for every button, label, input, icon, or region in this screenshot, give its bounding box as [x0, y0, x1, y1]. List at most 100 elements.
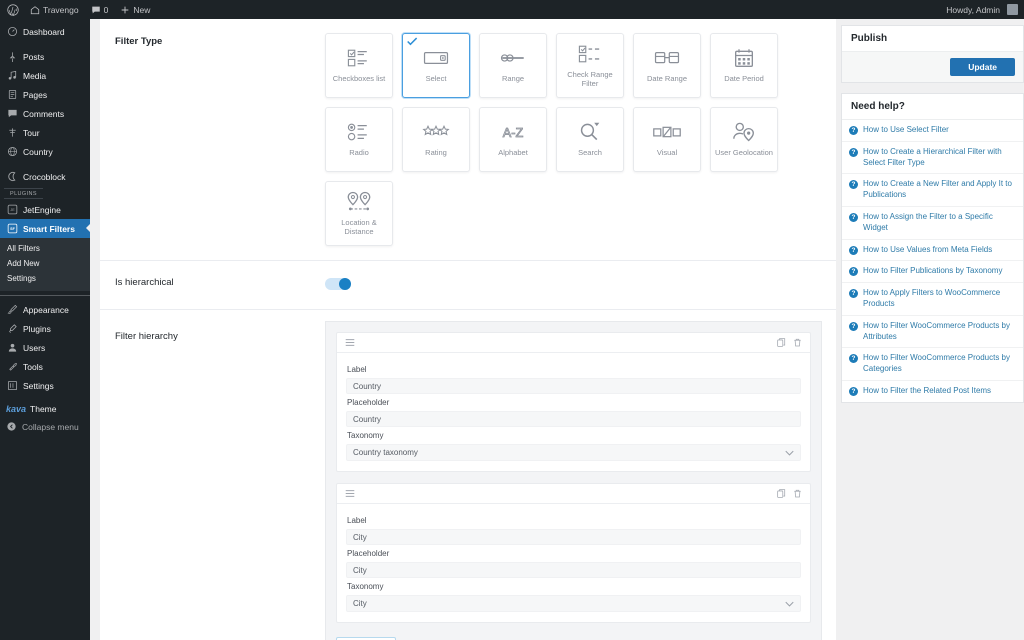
update-button[interactable]: Update: [950, 58, 1015, 76]
sidebar-item-smart-filters[interactable]: SF Smart Filters: [0, 219, 90, 238]
help-link-item[interactable]: ? How to Create a New Filter and Apply I…: [842, 174, 1023, 207]
placeholder-field-input[interactable]: City: [346, 562, 801, 578]
sidebar-item-media[interactable]: Media: [0, 66, 90, 85]
filter-type-card-alphabet[interactable]: A-Z Alphabet: [479, 107, 547, 172]
visual-swatches-icon: [653, 121, 681, 143]
help-link-item[interactable]: ? How to Create a Hierarchical Filter wi…: [842, 142, 1023, 175]
filter-type-card-search[interactable]: Search: [556, 107, 624, 172]
sidebar-item-dashboard[interactable]: Dashboard: [0, 22, 90, 41]
sidebar-item-users[interactable]: Users: [0, 338, 90, 357]
filter-type-card-checkboxes-list[interactable]: Checkboxes list: [325, 33, 393, 98]
filter-type-card-radio[interactable]: Radio: [325, 107, 393, 172]
filter-type-card-check-range-filter[interactable]: Check Range Filter: [556, 33, 624, 98]
sidebar-item-appearance[interactable]: Appearance: [0, 300, 90, 319]
help-link-label: How to Create a New Filter and Apply It …: [863, 179, 1012, 200]
sidebar-item-plugins[interactable]: Plugins: [0, 319, 90, 338]
trash-icon[interactable]: [793, 338, 802, 347]
duplicate-icon[interactable]: [777, 338, 786, 347]
collapse-menu-button[interactable]: Collapse menu: [0, 417, 90, 436]
filter-type-label: Filter Type: [115, 36, 163, 47]
stars-icon: [422, 121, 450, 143]
sidebar-item-label: Users: [23, 342, 46, 353]
checkbox-list-icon: [347, 47, 371, 69]
help-link-item[interactable]: ? How to Use Values from Meta Fields: [842, 240, 1023, 262]
sidebar-item-tour[interactable]: Tour: [0, 123, 90, 142]
filter-hierarchy-item-header: [337, 484, 810, 504]
is-hierarchical-body: [325, 261, 836, 309]
taxonomy-field-select[interactable]: Country taxonomy: [346, 444, 801, 461]
filter-type-card-date-period[interactable]: Date Period: [710, 33, 778, 98]
help-link-item[interactable]: ? How to Filter the Related Post Items: [842, 381, 1023, 402]
sidebar-subitem-all-filters[interactable]: All Filters: [0, 241, 90, 256]
filter-type-card-label: Date Period: [724, 74, 764, 84]
help-link-label: How to Use Select Filter: [863, 125, 949, 134]
sidebar-subitem-settings[interactable]: Settings: [0, 271, 90, 286]
filter-type-card-visual[interactable]: Visual: [633, 107, 701, 172]
sidebar-item-tools[interactable]: Tools: [0, 357, 90, 376]
collapse-menu-label: Collapse menu: [22, 421, 79, 432]
account-menu[interactable]: Howdy, Admin: [940, 0, 1024, 19]
sidebar-item-label: Crocoblock: [23, 171, 66, 182]
comments-button[interactable]: 0: [85, 0, 115, 19]
help-link-label: How to Assign the Filter to a Specific W…: [863, 211, 993, 232]
wordpress-logo-icon: [7, 3, 19, 16]
comment-bubble-icon: [6, 108, 18, 120]
filter-type-card-date-range[interactable]: Date Range: [633, 33, 701, 98]
sidebar-item-jetengine[interactable]: JE JetEngine: [0, 200, 90, 219]
filter-type-card-user-geolocation[interactable]: User Geolocation: [710, 107, 778, 172]
placeholder-field-input[interactable]: Country: [346, 411, 801, 427]
svg-text:JE: JE: [10, 208, 15, 212]
is-hierarchical-toggle[interactable]: [325, 278, 351, 290]
filter-hierarchy-row: Filter hierarchy Label Country Placehold…: [100, 310, 836, 640]
filter-type-card-range[interactable]: Range: [479, 33, 547, 98]
sidebar-subitem-add-new[interactable]: Add New: [0, 256, 90, 271]
question-mark-icon: ?: [849, 245, 858, 255]
filter-type-grid: Checkboxes list Select Range Check Range…: [325, 33, 836, 246]
site-name-button[interactable]: Travengo: [24, 0, 85, 19]
check-range-icon: [578, 43, 602, 65]
taxonomy-selected-value: Country taxonomy: [353, 448, 418, 457]
help-link-item[interactable]: ? How to Assign the Filter to a Specific…: [842, 207, 1023, 240]
drag-handle-icon[interactable]: [345, 338, 355, 347]
sidebar-item-theme[interactable]: kava Theme: [0, 401, 90, 417]
publish-actions: Update: [842, 52, 1023, 82]
trash-icon[interactable]: [793, 489, 802, 498]
sidebar-item-crocoblock[interactable]: Crocoblock: [0, 167, 90, 186]
taxonomy-field-select[interactable]: City: [346, 595, 801, 612]
sidebar-item-settings[interactable]: Settings: [0, 376, 90, 395]
filter-type-card-label: Select: [425, 74, 447, 84]
publish-box: Publish Update: [841, 25, 1024, 83]
placeholder-field-title: Placeholder: [347, 398, 390, 407]
filter-hierarchy-label: Filter hierarchy: [115, 331, 178, 342]
sidebar-item-comments[interactable]: Comments: [0, 104, 90, 123]
wordpress-logo-button[interactable]: [0, 0, 24, 19]
question-mark-icon: ?: [849, 180, 858, 190]
site-name-label: Travengo: [43, 4, 79, 15]
kava-logo-icon: kava: [6, 404, 27, 414]
label-field-input[interactable]: City: [346, 529, 801, 545]
filter-type-card-select[interactable]: Select: [402, 33, 470, 98]
drag-handle-icon[interactable]: [345, 489, 355, 498]
calendar-icon: [734, 47, 754, 69]
filter-type-card-location-distance[interactable]: Location & Distance: [325, 181, 393, 246]
add-new-button[interactable]: + Add New: [336, 636, 397, 640]
new-content-button[interactable]: New: [114, 0, 156, 19]
help-link-item[interactable]: ? How to Filter WooCommerce Products by …: [842, 348, 1023, 381]
help-link-item[interactable]: ? How to Apply Filters to WooCommerce Pr…: [842, 283, 1023, 316]
help-link-item[interactable]: ? How to Filter Publications by Taxonomy: [842, 261, 1023, 284]
duplicate-icon[interactable]: [777, 489, 786, 498]
question-mark-icon: ?: [849, 321, 858, 331]
sidebar-item-pages[interactable]: Pages: [0, 85, 90, 104]
sidebar-item-posts[interactable]: Posts: [0, 47, 90, 66]
filter-type-card-rating[interactable]: Rating: [402, 107, 470, 172]
is-hierarchical-label: Is hierarchical: [115, 277, 174, 288]
label-field-input[interactable]: Country: [346, 378, 801, 394]
help-link-item[interactable]: ? How to Use Select Filter: [842, 120, 1023, 142]
select-dropdown-icon: [423, 47, 449, 69]
plug-icon: [6, 323, 18, 335]
question-mark-icon: ?: [849, 354, 858, 364]
sidebar-item-country[interactable]: Country: [0, 142, 90, 161]
sidebar-group-plugins: PLUGINS: [4, 188, 43, 199]
search-magnifier-icon: [579, 121, 601, 143]
help-link-item[interactable]: ? How to Filter WooCommerce Products by …: [842, 316, 1023, 349]
